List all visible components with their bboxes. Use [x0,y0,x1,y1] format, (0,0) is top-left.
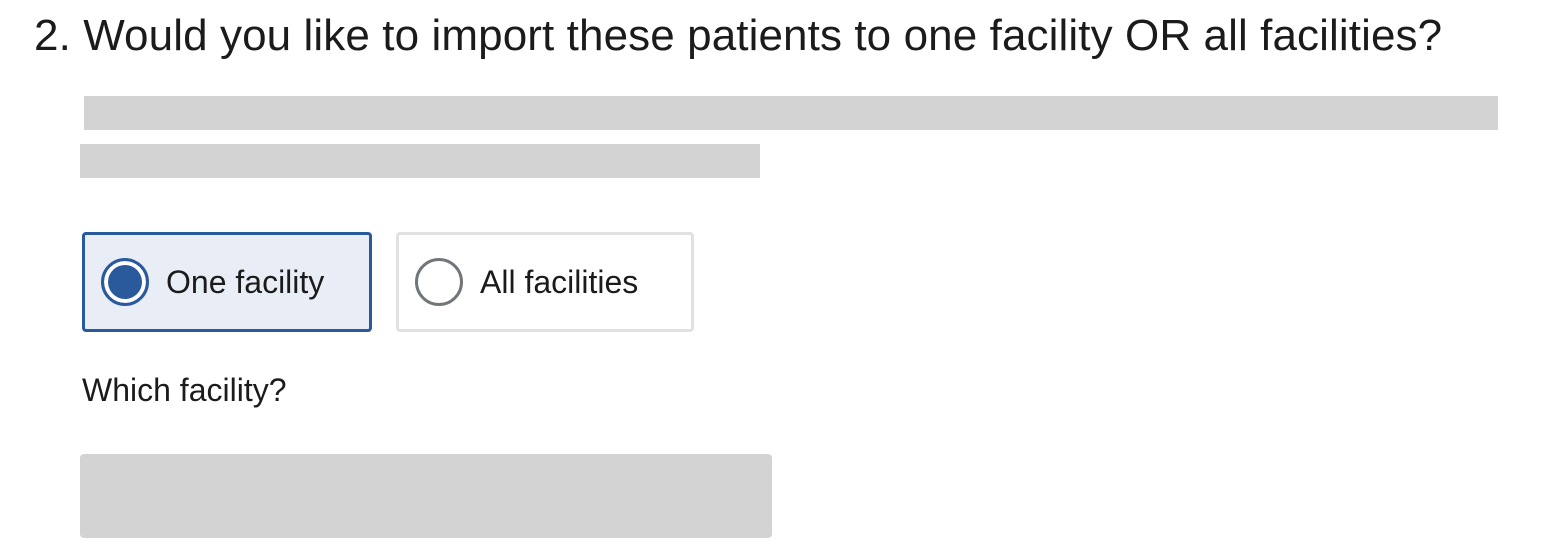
radio-unselected-icon[interactable] [415,258,463,306]
radio-all-facilities[interactable]: All facilities [396,232,694,332]
facility-scope-radio-group: One facility All facilities [82,232,694,332]
radio-one-facility[interactable]: One facility [82,232,372,332]
radio-selected-icon[interactable] [101,258,149,306]
loading-placeholder-line [80,144,760,178]
radio-label: All facilities [480,264,639,300]
facility-field-label: Which facility? [82,372,287,408]
question-title: 2. Would you like to import these patien… [34,11,1443,60]
loading-placeholder-line [84,96,1498,130]
facility-select-placeholder[interactable] [80,454,772,538]
import-patients-page: 2. Would you like to import these patien… [0,0,1550,556]
radio-label: One facility [166,264,325,300]
